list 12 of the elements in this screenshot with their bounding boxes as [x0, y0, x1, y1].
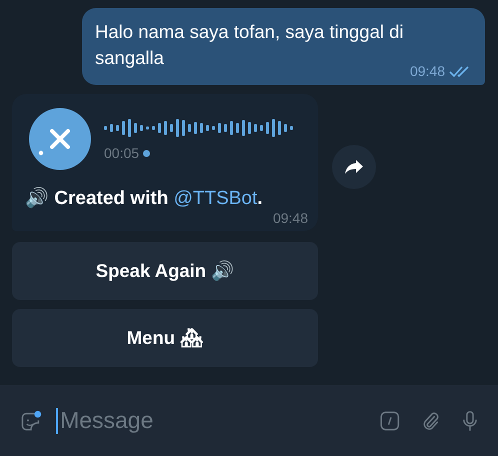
share-button[interactable] [332, 144, 376, 188]
message-caption: 🔊 Created with @TTSBot. [25, 186, 264, 210]
message-time: 09:48 [410, 63, 445, 79]
cancel-download-button[interactable] [29, 108, 91, 170]
voice-duration: 00:05 [104, 145, 140, 161]
unplayed-dot-icon [143, 150, 150, 156]
bot-link[interactable]: @TTSBot [174, 188, 258, 209]
message-time: 09:48 [272, 210, 308, 226]
share-arrow-icon [344, 158, 364, 174]
bot-keyboard-button[interactable]: Speak Again 🔊 [12, 242, 318, 300]
bot-keyboard-button[interactable]: Menu 🏘 [12, 309, 318, 367]
message-text: Halo nama saya tofan, saya tinggal di sangalla [95, 20, 405, 70]
